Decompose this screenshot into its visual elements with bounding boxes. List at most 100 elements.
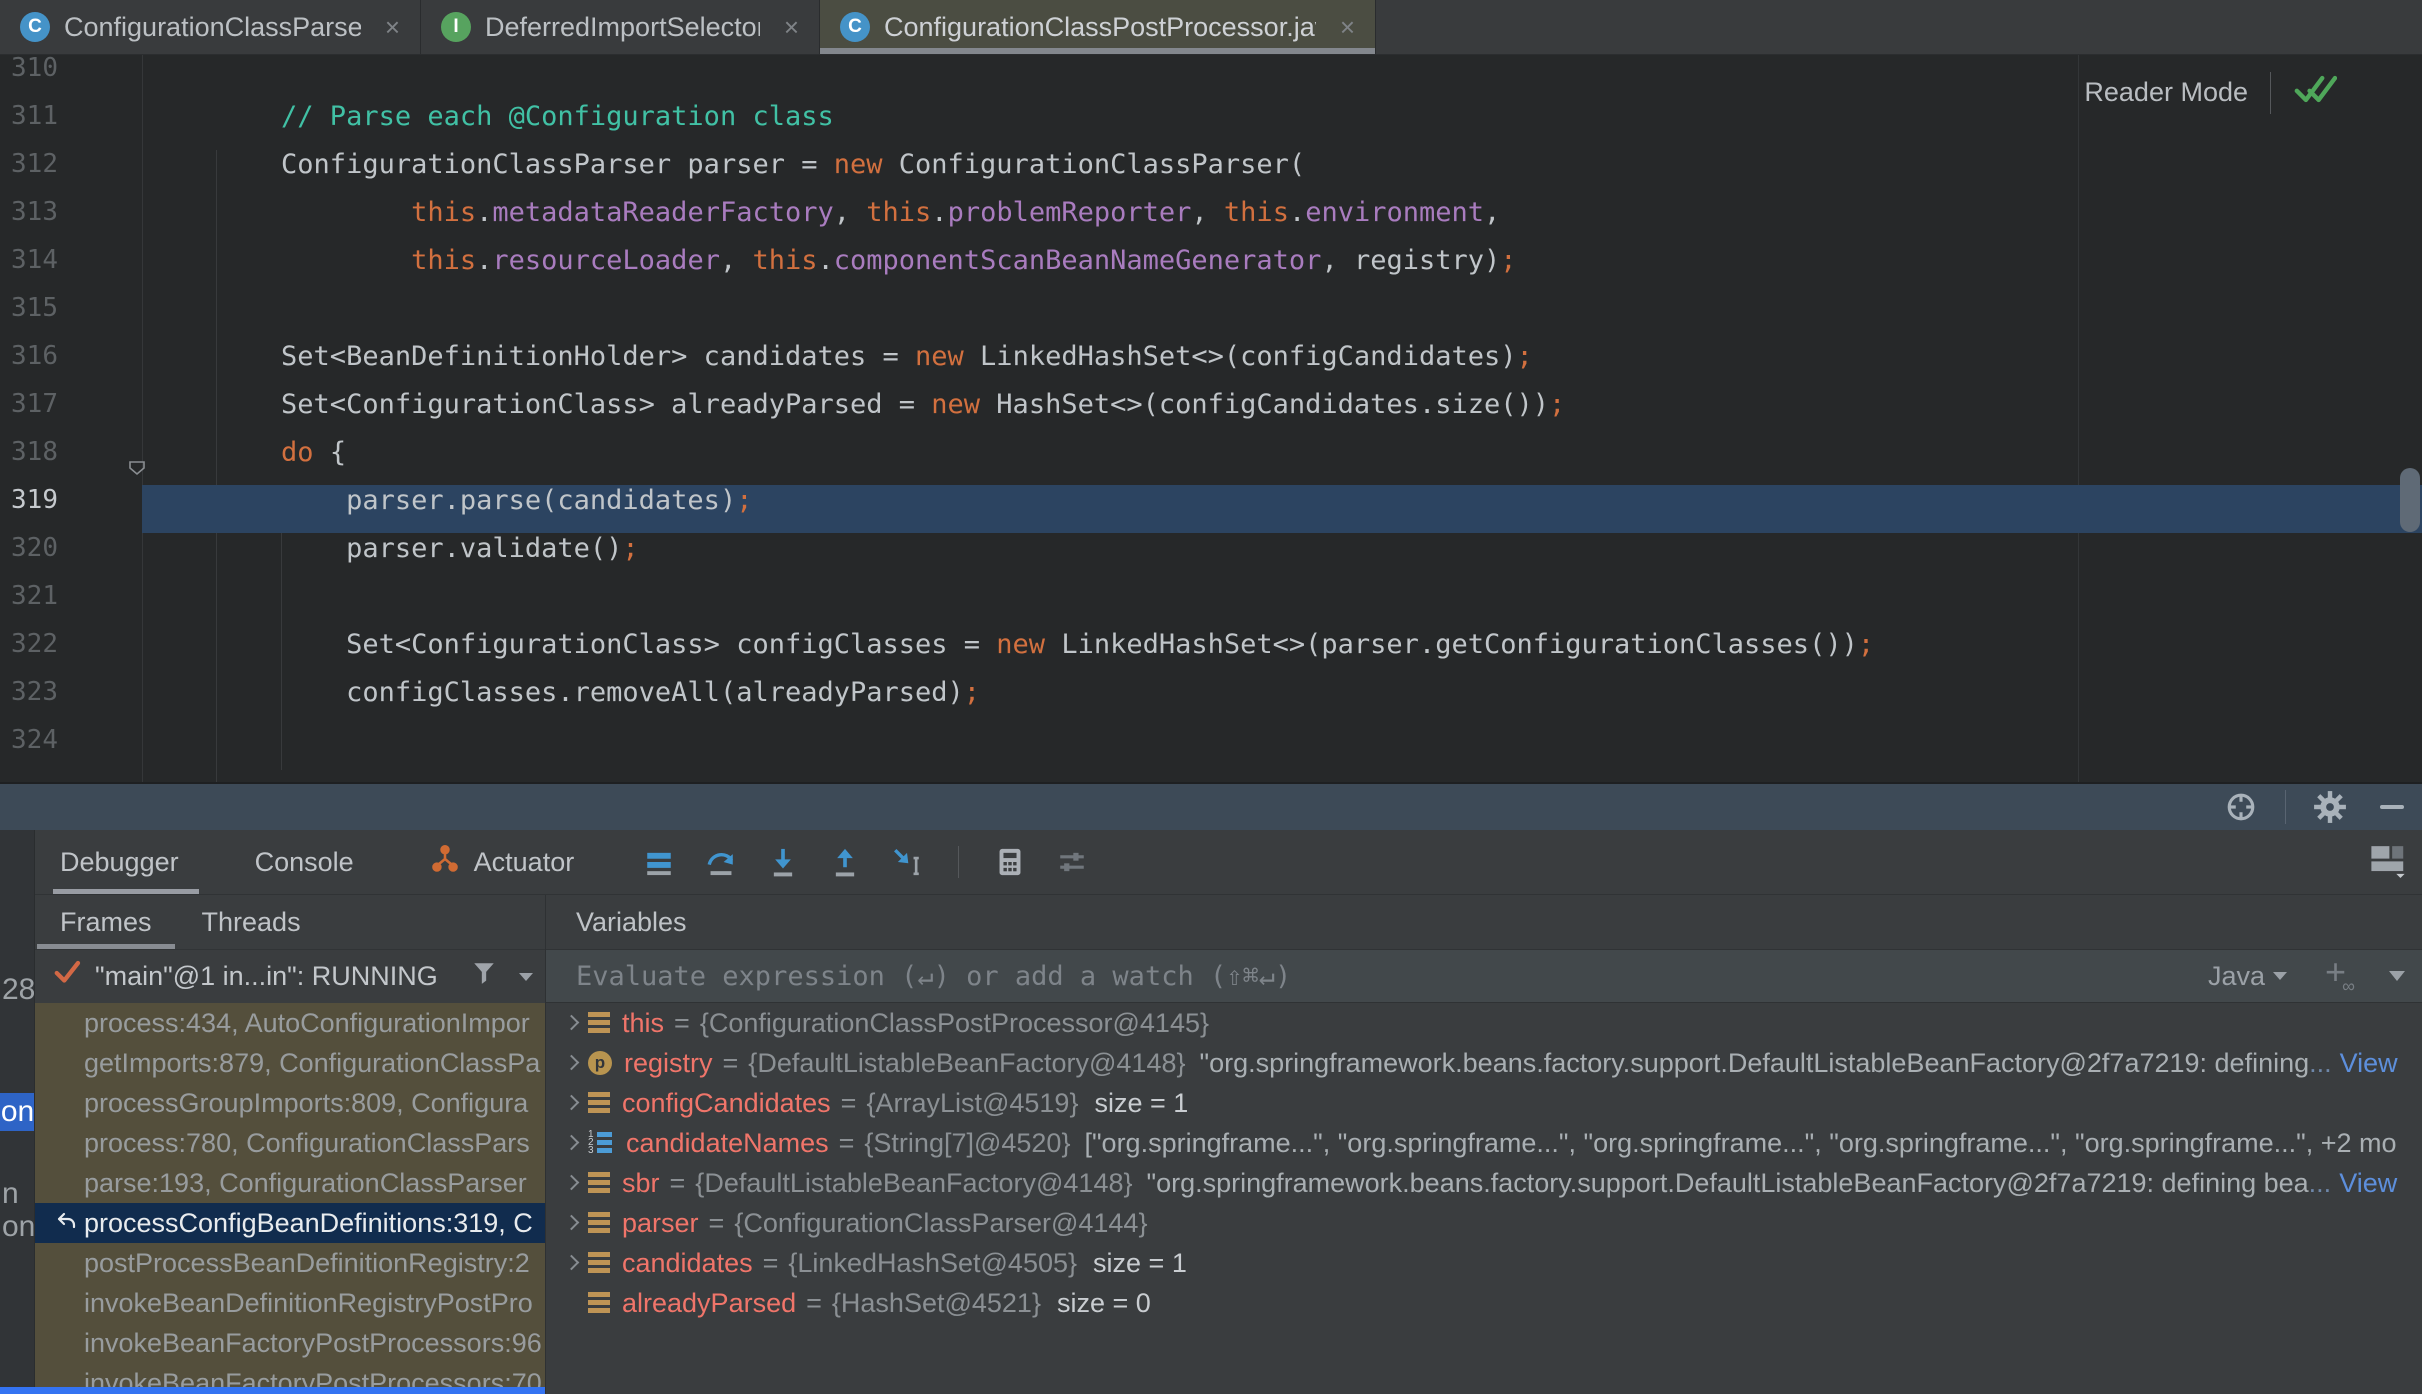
evaluate-expression-bar[interactable]: Evaluate expression (↵) or add a watch (… [546, 950, 2422, 1003]
code-line[interactable]: 315 [0, 293, 2422, 341]
run-to-cursor-icon[interactable] [890, 845, 924, 879]
hide-toolwindow-icon[interactable] [2374, 789, 2410, 825]
code-text: // Parse each @Configuration class [151, 101, 834, 132]
debug-tab-bar: Debugger Console Actuator [0, 830, 2422, 895]
code-line[interactable]: 310 [0, 55, 2422, 101]
cut-off-text-fragment: 280( [2, 973, 35, 1007]
language-selector[interactable]: Java [2208, 961, 2287, 992]
variables-list[interactable]: this={ConfigurationClassPostProcessor@41… [546, 1003, 2422, 1394]
variable-row[interactable]: this={ConfigurationClassPostProcessor@41… [546, 1003, 2422, 1043]
variables-header: Variables [546, 895, 2422, 950]
bottom-scroll-strip[interactable] [0, 1387, 545, 1394]
gear-icon[interactable] [2312, 789, 2348, 825]
variable-row[interactable]: parser={ConfigurationClassParser@4144} [546, 1203, 2422, 1243]
line-number: 319 [0, 485, 58, 515]
reader-mode-label[interactable]: Reader Mode [2084, 77, 2248, 108]
editor-scrollbar[interactable] [2400, 468, 2420, 532]
code-line[interactable]: 321 [0, 581, 2422, 629]
tab-debugger[interactable]: Debugger [35, 830, 217, 894]
target-icon[interactable] [2223, 789, 2259, 825]
editor-tab[interactable]: CConfigurationClassParser.java× [0, 0, 421, 54]
code-line[interactable]: 316 Set<BeanDefinitionHolder> candidates… [0, 341, 2422, 389]
code-editor[interactable]: 310311 // Parse each @Configuration clas… [0, 55, 2422, 782]
view-link[interactable]: View [2339, 1168, 2397, 1199]
thread-status-row[interactable]: "main"@1 in...in": RUNNING [35, 950, 545, 1003]
editor-tab[interactable]: CConfigurationClassPostProcessor.java× [820, 0, 1376, 54]
class-file-icon: C [840, 12, 870, 42]
code-line[interactable]: 322 Set<ConfigurationClass> configClasse… [0, 629, 2422, 677]
editor-tab[interactable]: IDeferredImportSelector.java× [421, 0, 820, 54]
step-over-icon[interactable] [704, 845, 738, 879]
reader-mode-divider [2270, 72, 2271, 114]
tab-label: ConfigurationClassParser.java [64, 12, 361, 43]
tab-threads[interactable]: Threads [177, 895, 326, 949]
code-line[interactable]: 313 this.metadataReaderFactory, this.pro… [0, 197, 2422, 245]
object-reference: {ConfigurationClassPostProcessor@4145} [700, 1008, 1209, 1039]
expand-chevron-icon[interactable] [562, 1253, 582, 1273]
variable-row[interactable]: candidateNames={String[7]@4520}["org.spr… [546, 1123, 2422, 1163]
filter-funnel-icon[interactable] [471, 959, 497, 994]
add-watch-icon[interactable] [2321, 959, 2355, 993]
tab-console[interactable]: Console [217, 830, 392, 894]
expand-chevron-icon[interactable] [562, 1133, 582, 1153]
stack-frame-row[interactable]: getImports:879, ConfigurationClassPa [35, 1043, 545, 1083]
frames-list[interactable]: process:434, AutoConfigurationImporgetIm… [35, 1003, 545, 1394]
stack-frame-row[interactable]: invokeBeanDefinitionRegistryPostPro [35, 1283, 545, 1323]
variable-row[interactable]: candidates={LinkedHashSet@4505}size = 1 [546, 1243, 2422, 1283]
view-link[interactable]: View [2340, 1048, 2398, 1079]
debug-toolwindow-header [0, 782, 2422, 830]
code-line[interactable]: 324 [0, 725, 2422, 773]
tab-frames[interactable]: Frames [35, 895, 177, 949]
frame-text: parse:193, ConfigurationClassParser [84, 1168, 527, 1198]
code-line[interactable]: 312 ConfigurationClassParser parser = ne… [0, 149, 2422, 197]
expand-chevron-icon[interactable] [562, 1173, 582, 1193]
expand-chevron-icon[interactable] [562, 1053, 582, 1073]
toolbar-divider [958, 846, 959, 878]
code-text: Set<ConfigurationClass> alreadyParsed = … [151, 389, 1565, 420]
object-reference: {String[7]@4520} [864, 1128, 1070, 1159]
code-line[interactable]: 311 // Parse each @Configuration class [0, 101, 2422, 149]
code-line[interactable]: 323 configClasses.removeAll(alreadyParse… [0, 677, 2422, 725]
layout-settings-icon[interactable] [2368, 842, 2408, 878]
thread-label: "main"@1 in...in": RUNNING [95, 961, 438, 992]
evaluate-calculator-icon[interactable] [993, 845, 1027, 879]
truncation-ellipsis: ... [2309, 1168, 2332, 1199]
close-icon[interactable]: × [1330, 12, 1355, 43]
object-reference: {DefaultListableBeanFactory@4148} [748, 1048, 1185, 1079]
line-number: 315 [0, 293, 58, 323]
mute-bars-icon[interactable] [642, 845, 676, 879]
stack-frame-row[interactable]: process:434, AutoConfigurationImpor [35, 1003, 545, 1043]
expand-chevron-icon[interactable] [562, 1013, 582, 1033]
variable-row[interactable]: configCandidates={ArrayList@4519}size = … [546, 1083, 2422, 1123]
step-into-icon[interactable] [766, 845, 800, 879]
stepping-toolbar [642, 845, 1089, 879]
stack-frame-row[interactable]: processConfigBeanDefinitions:319, C [35, 1203, 545, 1243]
stack-frame-row[interactable]: parse:193, ConfigurationClassParser [35, 1163, 545, 1203]
expand-chevron-icon[interactable] [562, 1093, 582, 1113]
stack-frame-row[interactable]: postProcessBeanDefinitionRegistry:2 [35, 1243, 545, 1283]
collection-size: size = 1 [1093, 1248, 1187, 1279]
line-number: 317 [0, 389, 58, 419]
variable-row[interactable]: sbr={DefaultListableBeanFactory@4148}"or… [546, 1163, 2422, 1203]
double-check-icon[interactable] [2293, 69, 2337, 116]
variable-row[interactable]: alreadyParsed={HashSet@4521}size = 0 [546, 1283, 2422, 1323]
variable-row[interactable]: pregistry={DefaultListableBeanFactory@41… [546, 1043, 2422, 1083]
code-line[interactable]: 317 Set<ConfigurationClass> alreadyParse… [0, 389, 2422, 437]
expand-chevron-icon[interactable] [562, 1213, 582, 1233]
code-line[interactable]: 320 parser.validate(); [0, 533, 2422, 581]
code-line[interactable]: 314 this.resourceLoader, this.componentS… [0, 245, 2422, 293]
step-out-icon[interactable] [828, 845, 862, 879]
stack-frame-row[interactable]: processGroupImports:809, Configura [35, 1083, 545, 1123]
settings-sliders-icon[interactable] [1055, 845, 1089, 879]
stack-frame-row[interactable]: invokeBeanFactoryPostProcessors:96 [35, 1323, 545, 1363]
chevron-down-icon[interactable] [519, 973, 533, 981]
tab-label: DeferredImportSelector.java [485, 12, 760, 43]
chevron-down-icon[interactable] [2389, 971, 2405, 981]
code-line[interactable]: 319 parser.parse(candidates); [0, 485, 2422, 533]
close-icon[interactable]: × [375, 12, 400, 43]
evaluate-input[interactable]: Evaluate expression (↵) or add a watch (… [576, 961, 2208, 992]
stack-frame-row[interactable]: process:780, ConfigurationClassPars [35, 1123, 545, 1163]
close-icon[interactable]: × [774, 12, 799, 43]
tab-actuator[interactable]: Actuator [392, 830, 613, 894]
code-line[interactable]: 318 do { [0, 437, 2422, 485]
